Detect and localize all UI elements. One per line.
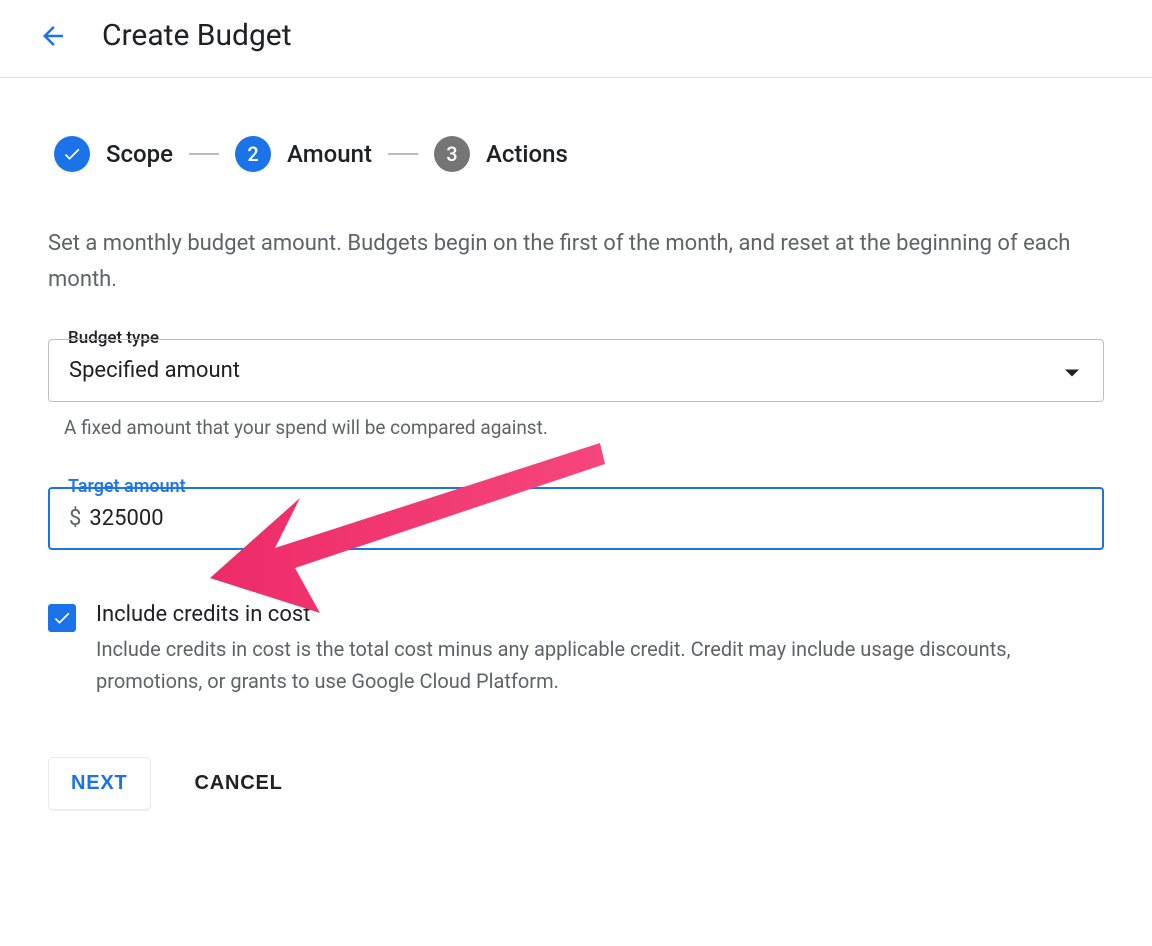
action-buttons: NEXT CANCEL [48,757,1104,810]
check-icon [54,136,90,172]
stepper: Scope 2 Amount 3 Actions [54,136,1104,172]
page-title: Create Budget [102,18,292,53]
step-label: Scope [106,140,173,168]
budget-type-select[interactable]: Specified amount [48,339,1104,402]
next-button[interactable]: NEXT [48,757,151,810]
content-area: Scope 2 Amount 3 Actions Set a monthly b… [0,78,1152,810]
step-description: Set a monthly budget amount. Budgets beg… [48,226,1088,299]
target-amount-field: Target amount $ [48,487,1104,550]
target-amount-input[interactable] [89,506,289,531]
page-header: Create Budget [0,0,1152,78]
budget-type-value: Specified amount [69,358,240,383]
include-credits-title: Include credits in cost [96,602,1104,627]
back-arrow-icon[interactable] [38,21,68,51]
budget-type-field: Budget type Specified amount A fixed amo… [48,339,1104,439]
checkmark-icon [52,608,72,628]
target-amount-outline[interactable]: $ [48,487,1104,550]
cancel-button[interactable]: CANCEL [195,772,283,795]
step-label: Amount [287,140,372,168]
currency-symbol: $ [69,506,81,531]
include-credits-description: Include credits in cost is the total cos… [96,633,1104,697]
step-number: 3 [434,136,470,172]
step-scope[interactable]: Scope [54,136,173,172]
step-actions[interactable]: 3 Actions [434,136,568,172]
step-amount[interactable]: 2 Amount [235,136,372,172]
step-label: Actions [486,140,568,168]
include-credits-text: Include credits in cost Include credits … [96,602,1104,697]
step-connector [189,153,219,155]
step-connector [388,153,418,155]
include-credits-row: Include credits in cost Include credits … [48,602,1104,697]
include-credits-checkbox[interactable] [48,604,76,632]
step-number: 2 [235,136,271,172]
dropdown-caret-icon [1065,358,1079,383]
budget-type-helper: A fixed amount that your spend will be c… [64,416,1104,439]
